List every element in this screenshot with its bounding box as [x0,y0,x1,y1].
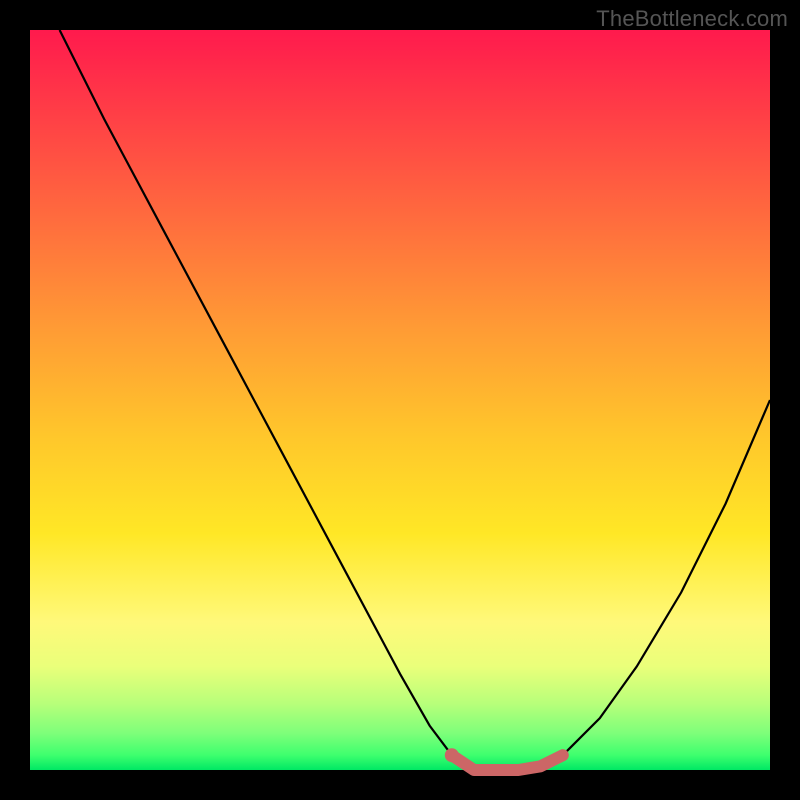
chart-frame: TheBottleneck.com [0,0,800,800]
curve-line [60,30,770,770]
highlight-segment [452,755,563,770]
highlight-start-dot [445,748,459,762]
watermark-text: TheBottleneck.com [596,6,788,32]
chart-svg [30,30,770,770]
